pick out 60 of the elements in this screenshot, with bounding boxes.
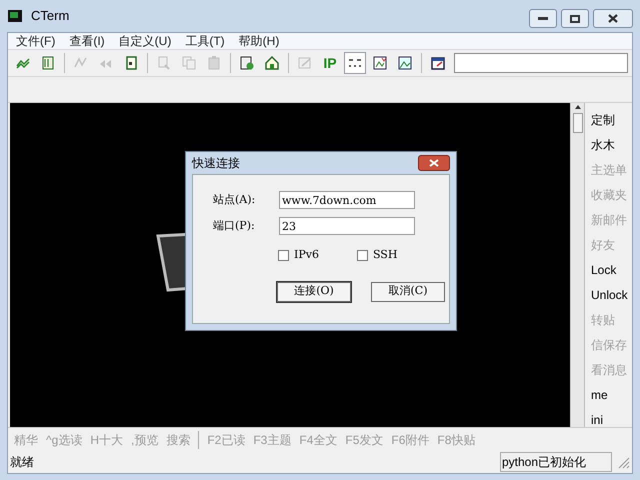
checkbox[interactable] <box>278 250 289 261</box>
minimize-button[interactable] <box>529 9 557 28</box>
sidebar-item[interactable]: 定制 <box>591 111 632 129</box>
ip-button[interactable]: IP <box>319 52 341 74</box>
field-label: 端口(P): <box>213 218 256 234</box>
menu-item[interactable]: 自定义(U) <box>116 32 174 50</box>
status-text: 就绪 <box>10 454 34 471</box>
dialog-button[interactable]: 取消(C) <box>371 282 445 302</box>
scroll-up-icon <box>574 103 582 111</box>
checkbox-label: SSH <box>372 247 398 263</box>
quick-command[interactable]: ^g选读 <box>46 430 82 448</box>
scrollbar[interactable] <box>570 103 584 427</box>
address-field[interactable] <box>454 53 628 73</box>
window-title: CTerm <box>31 7 70 26</box>
input-field[interactable]: 23 <box>279 217 415 235</box>
app-icon <box>7 8 23 24</box>
window-icon <box>430 55 446 71</box>
close-button[interactable] <box>593 9 633 28</box>
quick-command[interactable]: 搜索 <box>166 430 190 448</box>
quick-command[interactable]: F5发文 <box>345 430 384 448</box>
paste-icon <box>206 55 222 71</box>
close-icon <box>608 14 618 23</box>
close-button[interactable] <box>418 155 450 171</box>
sidebar-item[interactable]: me <box>591 386 632 404</box>
checkbox-label: IPv6 <box>294 247 319 263</box>
quick-command[interactable]: H十大 <box>90 430 123 448</box>
book-icon <box>40 55 56 71</box>
quick-command[interactable]: F3主题 <box>253 430 292 448</box>
menu-item[interactable]: 工具(T) <box>183 32 227 50</box>
quick-command[interactable]: 精华 <box>14 430 38 448</box>
home-icon <box>264 55 280 71</box>
sidebar-item[interactable]: Lock <box>591 261 632 279</box>
status-panel: python已初始化 <box>500 452 612 472</box>
maximize-button[interactable] <box>561 9 589 28</box>
field-label: 站点(A): <box>213 192 256 208</box>
dialog-button[interactable]: 连接(O) <box>277 282 351 302</box>
quick-command[interactable]: F6附件 <box>391 430 430 448</box>
sidebar-item[interactable]: Unlock <box>591 286 632 304</box>
dialog-title: 快速连接 <box>192 155 240 172</box>
sidebar-item[interactable]: ini <box>591 411 632 427</box>
resize-grip-icon[interactable] <box>616 455 630 469</box>
minimize-icon <box>538 16 548 20</box>
maximize-icon <box>570 14 580 22</box>
edit-icon <box>297 55 313 71</box>
copy-icon <box>181 55 197 71</box>
menu-item[interactable]: 帮助(H) <box>236 32 282 50</box>
quick-command[interactable]: F2已读 <box>207 430 246 448</box>
quick-command[interactable]: F8快贴 <box>437 430 476 448</box>
quick-command[interactable]: F4全文 <box>299 430 338 448</box>
menu-item[interactable]: 文件(F) <box>14 32 58 50</box>
quick-command[interactable]: ,预览 <box>130 430 158 448</box>
find-icon <box>156 55 172 71</box>
image-icon <box>397 55 413 71</box>
input-field[interactable]: www.7down.com <box>279 191 415 209</box>
sidebar-item[interactable]: 水木 <box>591 136 632 154</box>
toolbar-button[interactable] <box>344 52 366 74</box>
menu-item[interactable]: 查看(I) <box>67 32 107 50</box>
scroll-thumb[interactable] <box>572 113 582 133</box>
close-icon <box>429 159 439 167</box>
checkbox[interactable] <box>356 250 368 261</box>
